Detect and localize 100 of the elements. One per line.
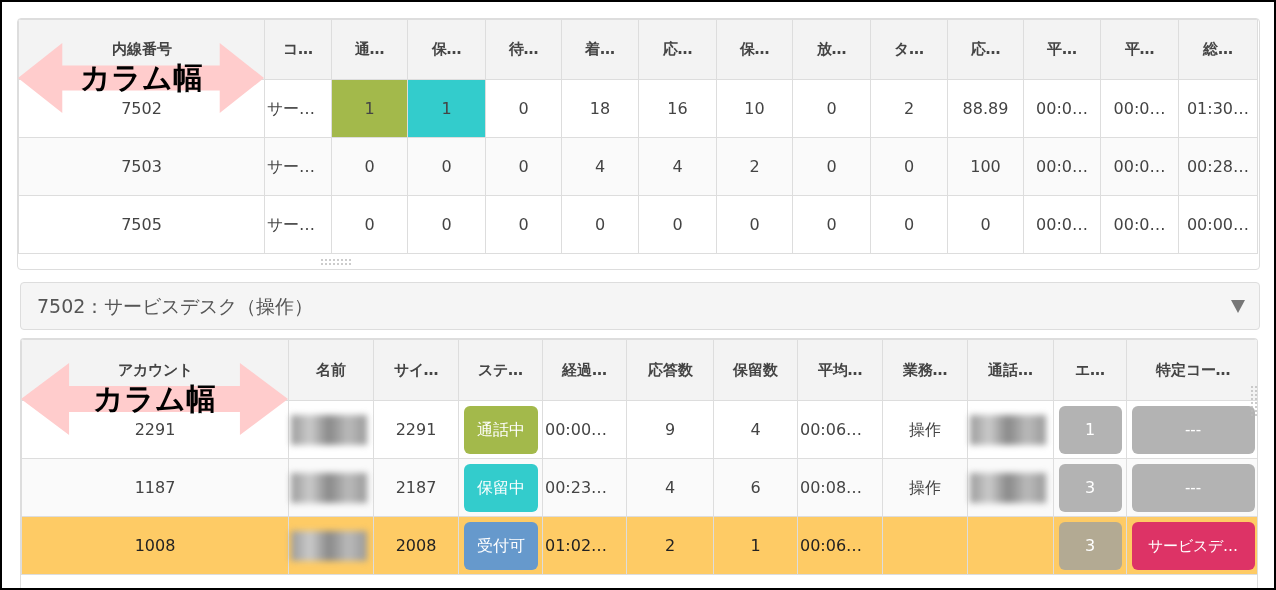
table-cell: 1008 bbox=[21, 516, 289, 575]
table-cell: 6 bbox=[713, 458, 798, 517]
table-cell: 01:30… bbox=[1178, 79, 1258, 138]
table-cell: 0 bbox=[485, 79, 562, 138]
table-cell: 0 bbox=[407, 195, 486, 254]
table-cell: 0 bbox=[792, 195, 871, 254]
count-badge: 3 bbox=[1058, 463, 1122, 512]
table-cell: 0 bbox=[561, 195, 639, 254]
column-header: 業務… bbox=[882, 339, 968, 401]
table-cell: 0 bbox=[485, 195, 562, 254]
table-cell: 0 bbox=[638, 195, 717, 254]
table-cell: 16 bbox=[638, 79, 717, 138]
table-cell: 00:0… bbox=[1023, 195, 1101, 254]
column-header: 平均… bbox=[797, 339, 883, 401]
caret-down-icon[interactable] bbox=[1231, 299, 1245, 313]
table-cell: 0 bbox=[485, 137, 562, 196]
table-cell: 2291 bbox=[373, 400, 459, 459]
column-header: 保… bbox=[407, 19, 486, 80]
column-header: 応… bbox=[638, 19, 717, 80]
table-cell: 4 bbox=[713, 400, 798, 459]
column-header: 平… bbox=[1100, 19, 1179, 80]
column-header: 保… bbox=[716, 19, 793, 80]
count-badge: 1 bbox=[1058, 405, 1122, 454]
table-cell: 2008 bbox=[373, 516, 459, 575]
table-cell: 1 bbox=[407, 79, 486, 138]
column-header: 待… bbox=[485, 19, 562, 80]
column-header: 総… bbox=[1178, 19, 1258, 80]
column-header: エ… bbox=[1053, 339, 1127, 401]
column-header: 名前 bbox=[288, 339, 374, 401]
table-cell: 操作 bbox=[882, 458, 968, 517]
table-cell: 2 bbox=[626, 516, 714, 575]
table-cell: 88.89 bbox=[947, 79, 1024, 138]
table-cell: サー… bbox=[264, 195, 332, 254]
column-header: 通話… bbox=[967, 339, 1054, 401]
table-cell: 4 bbox=[626, 458, 714, 517]
table-cell: 操作 bbox=[882, 400, 968, 459]
table-cell: 10 bbox=[716, 79, 793, 138]
table-cell: 1187 bbox=[21, 458, 289, 517]
table-cell: 0 bbox=[947, 195, 1024, 254]
table-cell: 00:0… bbox=[1100, 195, 1179, 254]
column-header: 保留数 bbox=[713, 339, 798, 401]
annotation-label: カラム幅 bbox=[93, 384, 216, 414]
column-header: 経過… bbox=[542, 339, 627, 401]
table-cell: 2 bbox=[716, 137, 793, 196]
table-cell: 7503 bbox=[18, 137, 265, 196]
table-cell: 1 bbox=[331, 79, 408, 138]
table-cell: 00:0… bbox=[1100, 137, 1179, 196]
column-header: 応答数 bbox=[626, 339, 714, 401]
table-cell: 00:06… bbox=[797, 516, 883, 575]
dropdown-value: 7502：サービスデスク（操作） bbox=[37, 293, 314, 319]
table-cell: 2 bbox=[870, 79, 948, 138]
table-cell: 1 bbox=[713, 516, 798, 575]
table-cell: 18 bbox=[561, 79, 639, 138]
table-cell: 0 bbox=[331, 195, 408, 254]
column-header: 通… bbox=[331, 19, 408, 80]
table-cell: 00:00… bbox=[542, 400, 627, 459]
column-header: タ… bbox=[870, 19, 948, 80]
table-cell: 00:06… bbox=[797, 400, 883, 459]
table-cell: サー… bbox=[264, 79, 332, 138]
column-header: 着… bbox=[561, 19, 639, 80]
status-badge: 保留中 bbox=[463, 463, 538, 512]
table-cell: 00:08… bbox=[797, 458, 883, 517]
column-header: 応… bbox=[947, 19, 1024, 80]
table-cell: 9 bbox=[626, 400, 714, 459]
table-cell: 100 bbox=[947, 137, 1024, 196]
status-badge: 受付可 bbox=[463, 521, 538, 570]
table-cell: 00:28… bbox=[1178, 137, 1258, 196]
table-cell: 01:02… bbox=[542, 516, 627, 575]
resize-handle-icon bbox=[1250, 385, 1258, 417]
table-cell: サー… bbox=[264, 137, 332, 196]
table-cell: 4 bbox=[561, 137, 639, 196]
table-cell: 0 bbox=[792, 137, 871, 196]
column-header: サイ… bbox=[373, 339, 459, 401]
column-header: コ… bbox=[264, 19, 332, 80]
queue-dropdown[interactable]: 7502：サービスデスク（操作） bbox=[20, 282, 1260, 330]
table-cell: 00:0… bbox=[1100, 79, 1179, 138]
table-cell: 7505 bbox=[18, 195, 265, 254]
table-cell: 0 bbox=[331, 137, 408, 196]
table-cell: 00:00… bbox=[1178, 195, 1258, 254]
table-cell: 00:23… bbox=[542, 458, 627, 517]
table-cell: 0 bbox=[716, 195, 793, 254]
column-header: 平… bbox=[1023, 19, 1101, 80]
status-badge: --- bbox=[1131, 463, 1255, 512]
table-cell: 0 bbox=[870, 137, 948, 196]
column-header: ステ… bbox=[458, 339, 543, 401]
table-cell: 4 bbox=[638, 137, 717, 196]
annotation-label: カラム幅 bbox=[79, 63, 203, 93]
table-cell: 0 bbox=[870, 195, 948, 254]
table-cell: 00:0… bbox=[1023, 137, 1101, 196]
status-badge: 通話中 bbox=[463, 405, 538, 454]
status-badge: --- bbox=[1131, 405, 1255, 454]
table-cell: 0 bbox=[407, 137, 486, 196]
resize-handle-icon bbox=[320, 258, 352, 266]
table-cell: 2187 bbox=[373, 458, 459, 517]
status-badge: サービスデ… bbox=[1131, 521, 1255, 570]
column-header: 放… bbox=[792, 19, 871, 80]
column-header: 特定コー… bbox=[1126, 339, 1257, 401]
table-cell: 0 bbox=[792, 79, 871, 138]
count-badge: 3 bbox=[1058, 521, 1122, 570]
table-cell: 00:0… bbox=[1023, 79, 1101, 138]
